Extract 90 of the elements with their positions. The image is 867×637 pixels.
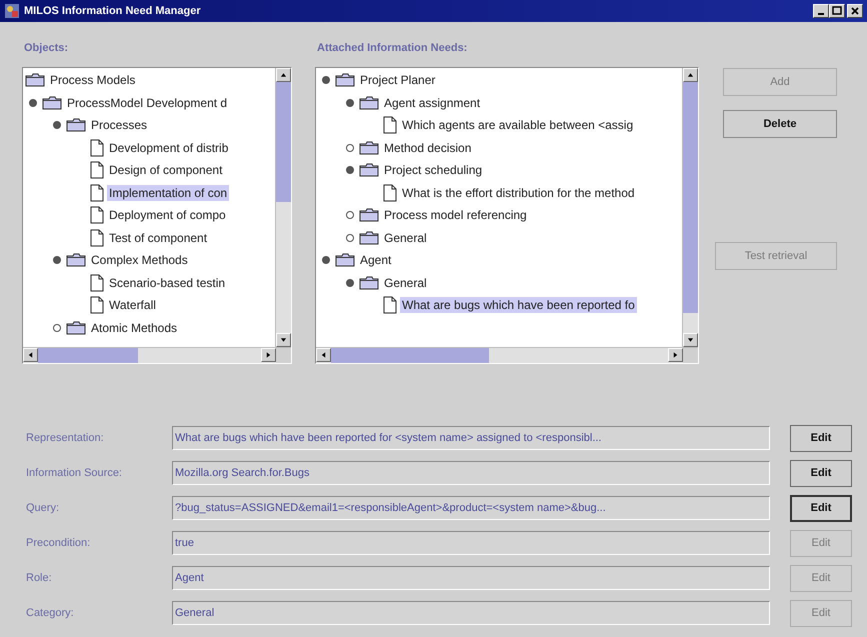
text-field[interactable]: General [172,601,770,625]
folder-icon [66,320,86,335]
document-icon [90,138,104,157]
edit-button[interactable]: Edit [790,460,852,486]
document-icon [90,274,104,292]
expand-handle[interactable] [346,98,354,107]
tree-item[interactable]: Deployment of compo [107,207,228,224]
folder-icon [335,73,355,88]
tree-item[interactable]: What is the effort distribution for the method [400,184,637,201]
folder-icon [359,163,379,178]
folder-icon [359,208,379,222]
tree-item[interactable]: Project Planer [358,72,438,88]
expand-handle[interactable] [346,234,354,242]
objects-label: Objects: [23,41,70,56]
tree-item[interactable]: Test of component [107,230,210,246]
field-label: Precondition: [26,537,92,549]
scrollbar-corner [276,348,291,363]
document-icon [90,228,104,247]
edit-button[interactable]: Edit [790,424,852,452]
expand-handle[interactable] [346,211,354,220]
minimize-button[interactable] [813,4,829,18]
document-icon [90,161,104,180]
tree-item[interactable]: Waterfall [107,297,158,314]
field-label: Category: [26,607,75,619]
tree-item[interactable]: Implementation of con [107,184,230,201]
text-field[interactable]: true [172,531,770,555]
tree-item[interactable]: ProcessModel Development d [65,94,230,111]
expand-handle[interactable] [53,256,61,264]
tree-item[interactable]: General [382,274,429,291]
text-field[interactable]: ?bug_status=ASSIGNED&email1=<responsibleAgent>&product=<system name>&bug... [172,496,770,520]
horizontal-scrollbar[interactable] [23,347,291,363]
expand-handle[interactable] [346,166,354,174]
tree-item[interactable]: Atomic Methods [89,320,180,336]
expand-handle[interactable] [322,76,330,84]
text-field[interactable]: What are bugs which have been reported for <system name> assigned to <responsibl... [172,426,770,450]
expand-handle[interactable] [53,121,61,130]
folder-icon [359,140,379,155]
document-icon [383,296,397,314]
tree-item[interactable]: Processes [89,117,150,134]
tree-item[interactable]: Process Models [48,72,138,88]
expand-handle[interactable] [29,98,37,107]
horizontal-scrollbar[interactable] [316,347,698,363]
text-field[interactable]: Mozilla.org Search.for.Bugs [172,461,770,485]
document-icon [90,296,104,314]
document-icon [90,206,104,224]
folder-icon [66,253,86,268]
vertical-scrollbar[interactable] [682,68,698,347]
vertical-scrollbar[interactable] [275,68,291,347]
close-icon [850,6,860,16]
tree-item[interactable]: Process model referencing [382,207,529,224]
expand-handle[interactable] [322,256,330,264]
window-title: MILOS Information Need Manager [24,5,202,17]
tree-item[interactable]: Which agents are available between <assig [400,117,636,134]
information-needs-label: Attached Information Needs: [316,41,468,56]
tree-item[interactable]: Agent [358,252,394,268]
maximize-button[interactable] [829,4,845,18]
tree-item[interactable]: Complex Methods [89,252,190,268]
text-field[interactable]: Agent [172,566,770,590]
folder-icon [335,253,355,268]
field-label: Representation: [26,432,105,444]
folder-icon [359,276,379,290]
folder-icon [66,118,86,132]
minimize-icon [818,13,824,15]
tree-item[interactable]: Design of component [107,162,224,178]
edit-button[interactable]: Edit [790,494,852,522]
app-icon [4,3,20,19]
folder-icon [359,96,379,110]
tree-item[interactable]: What are bugs which have been reported fo [400,297,637,314]
field-label: Query: [26,502,60,514]
field-label: Information Source: [26,467,123,479]
scrollbar-corner [683,348,698,363]
folder-icon [359,230,379,245]
document-icon [383,184,397,202]
close-button[interactable] [847,4,863,18]
field-label: Role: [26,572,53,584]
expand-handle[interactable] [53,324,61,332]
tree-item[interactable]: Method decision [382,140,474,156]
document-icon [90,184,104,202]
tree-item[interactable]: Scenario-based testin [107,274,228,291]
document-icon [383,116,397,134]
maximize-icon [832,6,842,16]
folder-icon [25,73,45,88]
folder-icon [42,96,62,110]
expand-handle[interactable] [346,144,354,152]
tree-item[interactable]: Agent assignment [382,94,482,111]
tree-item[interactable]: Development of distrib [107,140,230,156]
tree-item[interactable]: Project scheduling [382,162,484,178]
delete-button[interactable]: Delete [723,110,837,138]
expand-handle[interactable] [346,278,354,287]
tree-item[interactable]: General [382,230,429,246]
